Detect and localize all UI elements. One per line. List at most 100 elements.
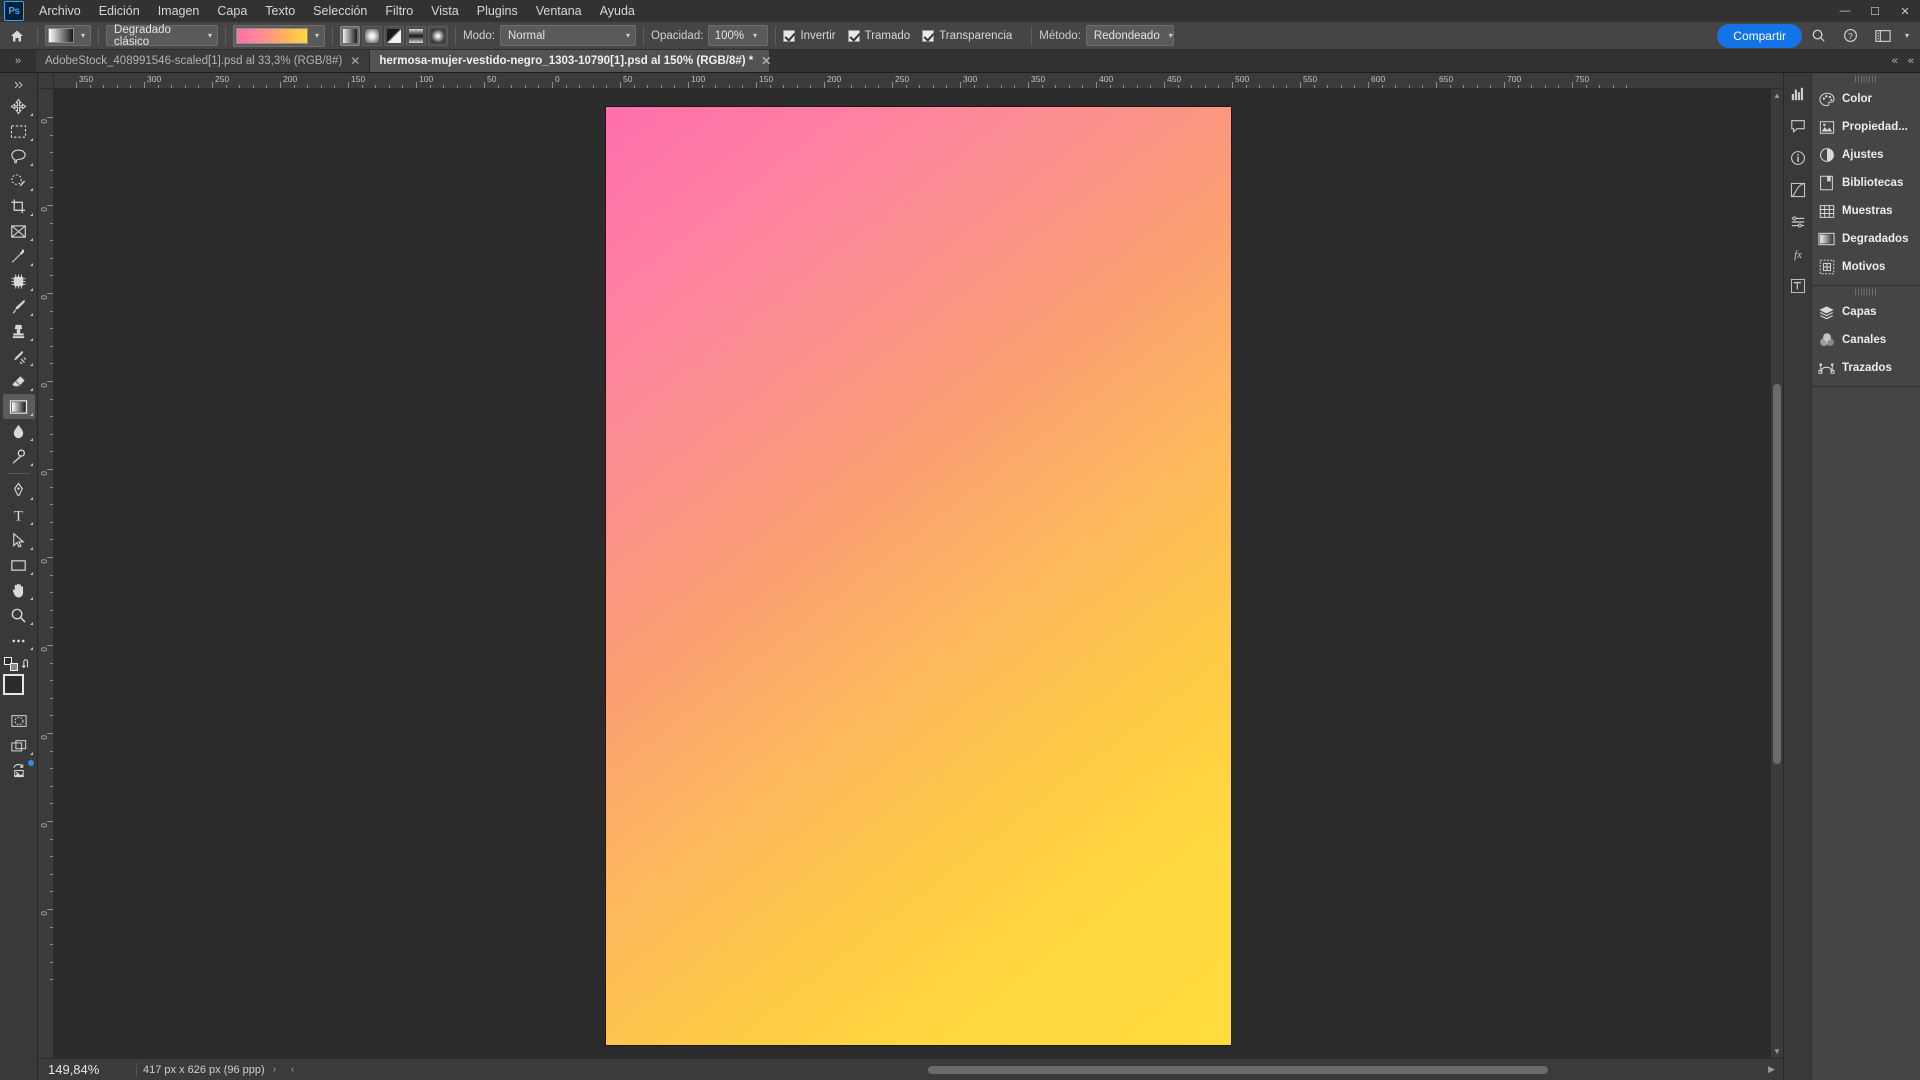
horizontal-scrollbar[interactable]: [308, 1063, 1761, 1076]
move-tool[interactable]: [3, 94, 35, 119]
help-icon[interactable]: ?: [1836, 23, 1866, 49]
horizontal-scroll-thumb[interactable]: [928, 1065, 1549, 1074]
chevron-down-icon[interactable]: ▾: [1900, 31, 1914, 40]
document-tab-adobestock[interactable]: AdobeStock_408991546-scaled[1].psd al 33…: [36, 50, 371, 72]
panel-capas[interactable]: Capas: [1812, 298, 1920, 326]
panel-degradados[interactable]: Degradados: [1812, 225, 1920, 253]
panel-drag-handle[interactable]: ||||||||: [1812, 73, 1920, 85]
panel-propiedades[interactable]: Propiedad...: [1812, 113, 1920, 141]
menu-texto[interactable]: Texto: [256, 1, 304, 21]
frame-tool[interactable]: [3, 219, 35, 244]
maximize-button[interactable]: ☐: [1860, 0, 1890, 22]
diamond-gradient-type-button[interactable]: [428, 25, 449, 46]
fx-effects-icon[interactable]: fx: [1787, 243, 1809, 265]
panel-motivos[interactable]: Motivos: [1812, 253, 1920, 281]
home-icon[interactable]: [4, 24, 30, 48]
document-size-info[interactable]: 417 px x 626 px (96 ppp): [143, 1064, 265, 1076]
gradient-style-select[interactable]: Degradado clásico ▾: [106, 24, 219, 48]
panel-muestras[interactable]: Muestras: [1812, 197, 1920, 225]
chevron-down-icon[interactable]: ▾: [76, 31, 90, 40]
chevron-down-icon[interactable]: ▾: [1164, 31, 1178, 40]
menu-vista[interactable]: Vista: [422, 1, 468, 21]
angle-gradient-type-button[interactable]: [384, 25, 405, 46]
ruler-corner[interactable]: [38, 73, 54, 89]
curves-adjustments-icon[interactable]: [1787, 179, 1809, 201]
vertical-scroll-thumb[interactable]: [1773, 384, 1781, 764]
rectangle-tool[interactable]: [3, 553, 35, 578]
gradient-tool-preset-button[interactable]: ▾: [45, 25, 92, 46]
share-button[interactable]: Compartir: [1717, 23, 1802, 48]
toolbar-collapse-icon[interactable]: [3, 76, 35, 94]
vertical-scrollbar[interactable]: ▲ ▼: [1771, 89, 1783, 1058]
blend-mode-select[interactable]: Normal ▾: [500, 25, 636, 46]
expand-panels-icon[interactable]: »: [0, 50, 36, 72]
menu-edicion[interactable]: Edición: [90, 1, 149, 21]
horizontal-ruler[interactable]: 350 300 250 200 150 100 50 0 50 100 150 200 250 300 35…: [54, 73, 1783, 89]
menu-ventana[interactable]: Ventana: [527, 1, 591, 21]
rectangular-marquee-tool[interactable]: [3, 119, 35, 144]
collapse-panels-icon[interactable]: «: [1892, 55, 1898, 67]
tramado-checkbox[interactable]: Tramado: [847, 29, 910, 42]
clone-stamp-tool[interactable]: [3, 319, 35, 344]
menu-seleccion[interactable]: Selección: [304, 1, 376, 21]
horizontal-type-tool[interactable]: T: [3, 503, 35, 528]
workspace-icon[interactable]: [1868, 23, 1898, 49]
close-icon[interactable]: ✕: [350, 54, 360, 68]
invertir-checkbox[interactable]: Invertir: [783, 29, 836, 42]
scroll-right-icon[interactable]: ▶: [1768, 1064, 1783, 1075]
menu-ayuda[interactable]: Ayuda: [591, 1, 644, 21]
color-swatches[interactable]: [2, 674, 36, 708]
zoom-tool[interactable]: [3, 603, 35, 628]
scroll-up-icon[interactable]: ▲: [1771, 91, 1783, 100]
eyedropper-tool[interactable]: [3, 244, 35, 269]
swap-colors-icon[interactable]: [21, 658, 34, 671]
panel-ajustes[interactable]: Ajustes: [1812, 141, 1920, 169]
menu-archivo[interactable]: Archivo: [30, 1, 90, 21]
pen-tool[interactable]: [3, 478, 35, 503]
hand-tool[interactable]: [3, 578, 35, 603]
character-icon[interactable]: [1787, 275, 1809, 297]
histogram-icon[interactable]: [1787, 83, 1809, 105]
history-brush-tool[interactable]: [3, 344, 35, 369]
panel-trazados[interactable]: Trazados: [1812, 354, 1920, 382]
panel-drag-handle[interactable]: ||||||||: [1812, 286, 1920, 298]
linear-gradient-type-button[interactable]: [340, 25, 361, 46]
search-icon[interactable]: [1804, 23, 1834, 49]
lasso-tool[interactable]: [3, 144, 35, 169]
menu-capa[interactable]: Capa: [208, 1, 256, 21]
screen-mode-icon[interactable]: [3, 733, 35, 758]
reflected-gradient-type-button[interactable]: [406, 25, 427, 46]
object-selection-tool[interactable]: [3, 169, 35, 194]
scroll-down-icon[interactable]: ▼: [1771, 1047, 1783, 1056]
chevron-down-icon[interactable]: ▾: [621, 31, 635, 40]
eraser-tool[interactable]: [3, 369, 35, 394]
document-canvas[interactable]: [606, 107, 1231, 1045]
quick-mask-icon[interactable]: [3, 708, 35, 733]
comments-icon[interactable]: [1787, 115, 1809, 137]
blur-tool[interactable]: [3, 419, 35, 444]
canvas-stage[interactable]: ▲ ▼: [54, 89, 1783, 1058]
zoom-level-input[interactable]: 149,84%: [38, 1062, 130, 1077]
radial-gradient-type-button[interactable]: [362, 25, 383, 46]
actions-icon[interactable]: [1787, 211, 1809, 233]
default-colors-icon[interactable]: [3, 657, 18, 671]
info-icon[interactable]: [1787, 147, 1809, 169]
foreground-color-chip[interactable]: [2, 674, 24, 695]
path-selection-tool[interactable]: [3, 528, 35, 553]
menu-imagen[interactable]: Imagen: [149, 1, 209, 21]
menu-filtro[interactable]: Filtro: [376, 1, 422, 21]
share-image-icon[interactable]: [3, 758, 35, 783]
dodge-tool[interactable]: [3, 444, 35, 469]
status-expand-icon[interactable]: › ‹: [273, 1064, 300, 1075]
document-tab-hermosa-mujer[interactable]: hermosa-mujer-vestido-negro_1303-10790[1…: [370, 50, 771, 72]
transparencia-checkbox[interactable]: Transparencia: [922, 29, 1012, 42]
chevron-down-icon[interactable]: ▾: [203, 31, 217, 40]
vertical-ruler[interactable]: 0 0 0 0 0 0 0 0 0 0: [38, 89, 54, 1058]
chevron-down-icon[interactable]: ▾: [748, 31, 762, 40]
panel-bibliotecas[interactable]: Bibliotecas: [1812, 169, 1920, 197]
panel-color[interactable]: Color: [1812, 85, 1920, 113]
menu-plugins[interactable]: Plugins: [468, 1, 527, 21]
minimize-button[interactable]: —: [1830, 0, 1860, 22]
opacity-input[interactable]: 100% ▾: [708, 25, 769, 46]
spot-healing-brush-tool[interactable]: [3, 269, 35, 294]
